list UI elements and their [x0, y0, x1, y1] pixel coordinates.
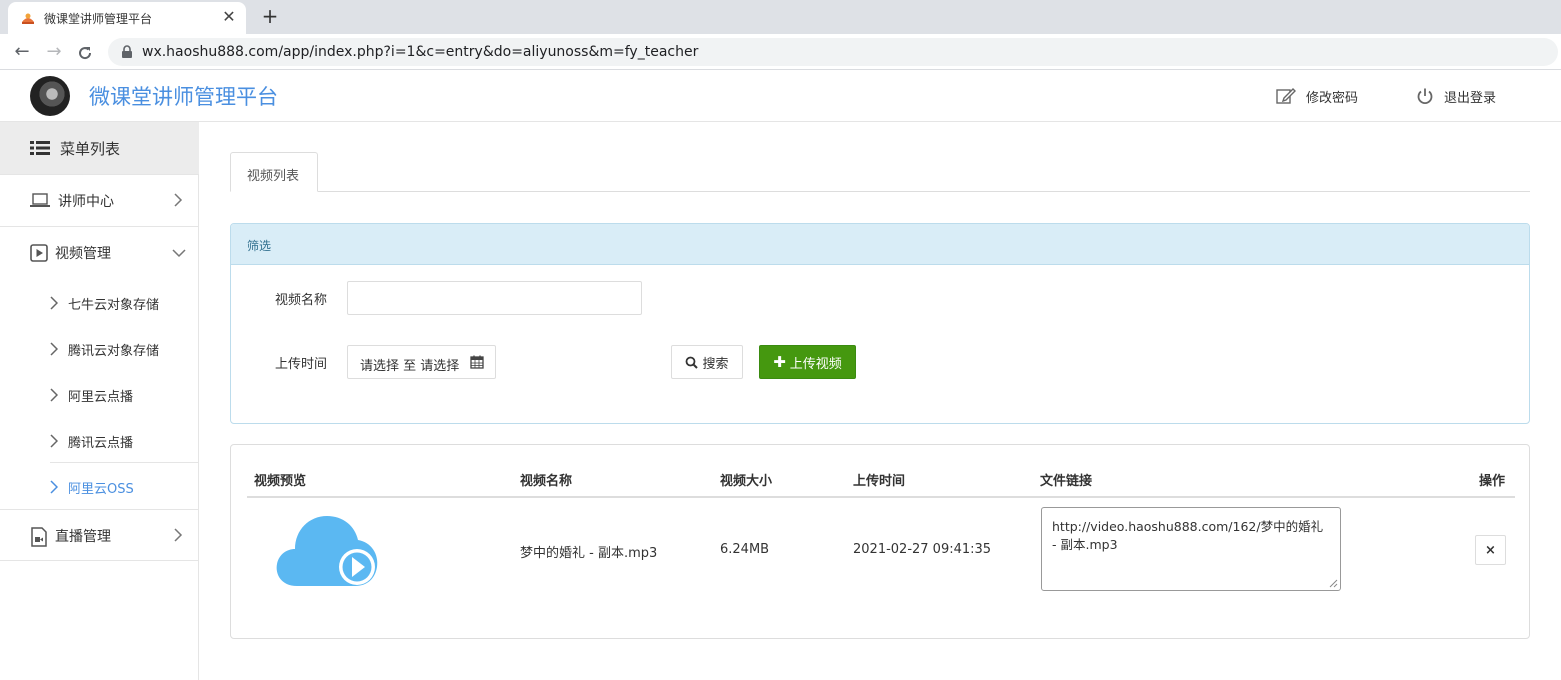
video-size-cell: 6.24MB — [720, 542, 770, 557]
resize-handle-icon[interactable] — [1329, 579, 1338, 588]
filter-title: 筛选 — [247, 239, 272, 253]
column-header-upload-time: 上传时间 — [853, 474, 906, 489]
upload-time-label: 上传时间 — [275, 357, 328, 372]
sidebar-item-label: 讲师中心 — [58, 194, 114, 210]
video-name-label: 视频名称 — [275, 293, 328, 308]
browser-tab[interactable]: 微课堂讲师管理平台 ✕ — [8, 2, 246, 34]
tabs-divider — [230, 191, 1530, 192]
sidebar-item-label: 直播管理 — [55, 529, 111, 545]
tab-video-list[interactable]: 视频列表 — [230, 152, 318, 192]
browser-tab-bar: 微课堂讲师管理平台 ✕ + — [0, 0, 1561, 34]
column-header-size: 视频大小 — [720, 474, 773, 489]
column-header-name: 视频名称 — [520, 474, 573, 489]
chevron-right-icon — [50, 296, 58, 310]
sidebar-subitem-label: 腾讯云点播 — [68, 436, 134, 451]
calendar-icon — [470, 355, 484, 369]
browser-address-bar: ← → wx.haoshu888.com/app/index.php?i=1&c… — [0, 34, 1561, 70]
sidebar-item-teacher-center[interactable]: 讲师中心 — [0, 174, 199, 226]
sidebar-item-live-management[interactable]: 直播管理 — [0, 509, 199, 561]
sidebar-item-video-management[interactable]: 视频管理 — [0, 226, 199, 278]
sidebar-subitem-label: 腾讯云对象存储 — [68, 344, 160, 359]
lock-icon — [122, 45, 132, 58]
sidebar-menu-header: 菜单列表 — [0, 122, 199, 174]
logout-label: 退出登录 — [1444, 90, 1497, 106]
sidebar-subitem-tencent-cos[interactable]: 腾讯云对象存储 — [50, 326, 199, 372]
sidebar-subitem-tencent-vod[interactable]: 腾讯云点播 — [50, 418, 199, 464]
video-list-panel: 视频预览 视频名称 视频大小 上传时间 文件链接 操作 梦中的婚礼 - 副本.m… — [230, 444, 1530, 639]
sidebar-subitem-label: 阿里云点播 — [68, 390, 134, 405]
favicon-icon — [22, 13, 34, 24]
column-header-file-link: 文件链接 — [1040, 474, 1093, 489]
app-header: 微课堂讲师管理平台 修改密码 退出登录 — [0, 70, 1561, 122]
sidebar-subitem-label: 七牛云对象存储 — [68, 298, 160, 313]
upload-video-button[interactable]: ✚ 上传视频 — [759, 345, 856, 379]
chevron-right-icon — [50, 434, 58, 448]
close-tab-icon[interactable]: ✕ — [220, 8, 238, 26]
sidebar-subitem-qiniu[interactable]: 七牛云对象存储 — [50, 280, 199, 326]
back-icon[interactable]: ← — [10, 40, 34, 64]
change-password-label: 修改密码 — [1306, 90, 1359, 106]
search-icon — [686, 356, 699, 369]
video-name-input[interactable] — [347, 281, 642, 315]
tab-label: 视频列表 — [247, 169, 300, 184]
forward-icon[interactable]: → — [42, 40, 66, 64]
url-field[interactable]: wx.haoshu888.com/app/index.php?i=1&c=ent… — [108, 38, 1558, 66]
power-icon — [1417, 88, 1433, 105]
chevron-right-icon — [50, 388, 58, 402]
new-tab-icon[interactable]: + — [259, 5, 281, 27]
video-icon — [30, 244, 48, 262]
reload-icon[interactable] — [76, 44, 94, 62]
sidebar-divider — [50, 462, 199, 463]
chevron-right-icon — [50, 342, 58, 356]
sidebar-subitem-aliyun-vod[interactable]: 阿里云点播 — [50, 372, 199, 418]
file-link-text: http://video.haoshu888.com/162/梦中的婚礼 - 副… — [1052, 519, 1324, 552]
video-name-cell: 梦中的婚礼 - 副本.mp3 — [520, 546, 658, 561]
live-icon — [31, 527, 47, 547]
column-header-preview: 视频预览 — [254, 474, 307, 489]
cloud-video-icon[interactable] — [275, 512, 379, 588]
change-password-button[interactable]: 修改密码 — [1276, 86, 1358, 106]
edit-icon — [1276, 88, 1296, 104]
table-header-divider — [247, 496, 1515, 498]
file-link-textarea[interactable]: http://video.haoshu888.com/162/梦中的婚礼 - 副… — [1041, 507, 1341, 591]
delete-button[interactable]: × — [1475, 535, 1506, 565]
column-header-actions: 操作 — [1479, 474, 1506, 489]
plus-icon: ✚ — [773, 352, 786, 371]
url-text: wx.haoshu888.com/app/index.php?i=1&c=ent… — [142, 44, 699, 60]
chevron-right-icon — [50, 480, 58, 494]
sidebar-subitem-label: 阿里云OSS — [68, 482, 134, 497]
list-icon — [30, 141, 50, 155]
browser-tab-title: 微课堂讲师管理平台 — [44, 12, 153, 26]
close-icon: × — [1485, 542, 1496, 558]
upload-time-cell: 2021-02-27 09:41:35 — [853, 542, 992, 557]
sidebar-item-label: 视频管理 — [55, 246, 111, 262]
logout-button[interactable]: 退出登录 — [1416, 86, 1496, 106]
avatar[interactable] — [30, 76, 70, 116]
date-range-picker[interactable]: 请选择 至 请选择 — [347, 345, 496, 379]
filter-panel: 筛选 视频名称 上传时间 请选择 至 请选择 搜索 ✚ 上传视频 — [230, 223, 1530, 424]
search-button-label: 搜索 — [702, 356, 729, 372]
sidebar: 菜单列表 讲师中心 视频管理 七牛云对象存储 腾讯云对象存储 阿里云点播 腾讯云… — [0, 122, 199, 680]
date-range-text: 请选择 至 请选择 — [360, 359, 460, 374]
filter-panel-header: 筛选 — [231, 224, 1529, 265]
chevron-right-icon — [174, 193, 183, 207]
sidebar-subitem-aliyun-oss[interactable]: 阿里云OSS — [50, 464, 199, 510]
laptop-icon — [30, 193, 50, 207]
app-title: 微课堂讲师管理平台 — [89, 85, 278, 109]
sidebar-menu-title: 菜单列表 — [60, 139, 121, 158]
search-button[interactable]: 搜索 — [671, 345, 743, 379]
chevron-down-icon — [172, 249, 186, 258]
upload-button-label: 上传视频 — [789, 356, 842, 372]
chevron-right-icon — [174, 528, 183, 542]
